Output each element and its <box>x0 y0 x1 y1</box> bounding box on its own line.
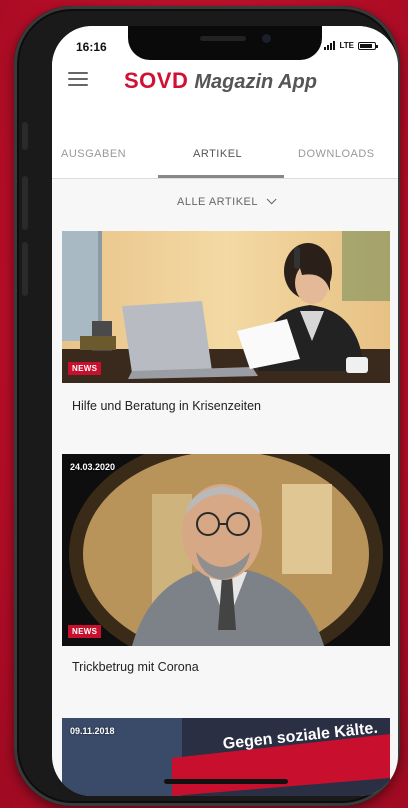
article-date: 24.03.2020 <box>70 462 116 472</box>
tab-downloads[interactable]: DOWNLOADS <box>298 148 375 160</box>
news-badge: NEWS <box>68 362 102 375</box>
app-logo: SOVD Magazin App <box>124 68 317 94</box>
brand-mark: SOVD <box>124 68 189 93</box>
article-card[interactable]: 24.03.2020 NEWS Trickbetrug mit Corona <box>62 454 390 702</box>
network-type: LTE <box>339 41 354 50</box>
menu-icon[interactable] <box>68 72 88 90</box>
article-image: 09.11.2018 Gegen soziale Kälte. <box>62 718 390 796</box>
article-image: 24.03.2020 NEWS <box>62 454 390 646</box>
active-tab-indicator <box>158 175 284 178</box>
battery-icon <box>358 41 378 50</box>
article-filter-dropdown[interactable]: ALLE ARTIKEL <box>52 194 398 208</box>
tab-artikel[interactable]: ARTIKEL <box>193 148 242 160</box>
tab-bar: AUSGABEN ARTIKEL DOWNLOADS <box>52 126 398 179</box>
volume-down-button <box>22 242 28 296</box>
article-title: Trickbetrug mit Corona <box>62 646 390 702</box>
tab-ausgaben[interactable]: AUSGABEN <box>61 148 126 160</box>
app-title: Magazin App <box>194 71 317 93</box>
front-camera <box>262 34 271 43</box>
fisheye-photo <box>62 454 390 646</box>
phone-frame: 16:16 LTE SOVD Magazin App AUSGABEN ARTI… <box>14 6 400 806</box>
mute-switch <box>22 122 28 150</box>
article-title: Hilfe und Beratung in Krisenzeiten <box>62 383 390 431</box>
notch <box>128 26 322 60</box>
office-photo <box>62 231 390 383</box>
volume-up-button <box>22 176 28 230</box>
article-image: NEWS <box>62 231 390 383</box>
speaker-grille <box>200 36 246 41</box>
article-card[interactable]: NEWS Hilfe und Beratung in Krisenzeiten <box>62 231 390 431</box>
chevron-down-icon <box>266 194 277 205</box>
article-date: 09.11.2018 <box>70 726 115 736</box>
article-card[interactable]: 09.11.2018 Gegen soziale Kälte. <box>62 718 390 796</box>
status-indicators: LTE <box>324 41 378 50</box>
news-badge: NEWS <box>68 625 102 638</box>
filter-label: ALLE ARTIKEL <box>176 196 258 208</box>
app-screen: 16:16 LTE SOVD Magazin App AUSGABEN ARTI… <box>52 26 398 796</box>
signal-icon <box>324 41 336 50</box>
home-indicator[interactable] <box>164 779 288 784</box>
status-time: 16:16 <box>76 40 107 54</box>
